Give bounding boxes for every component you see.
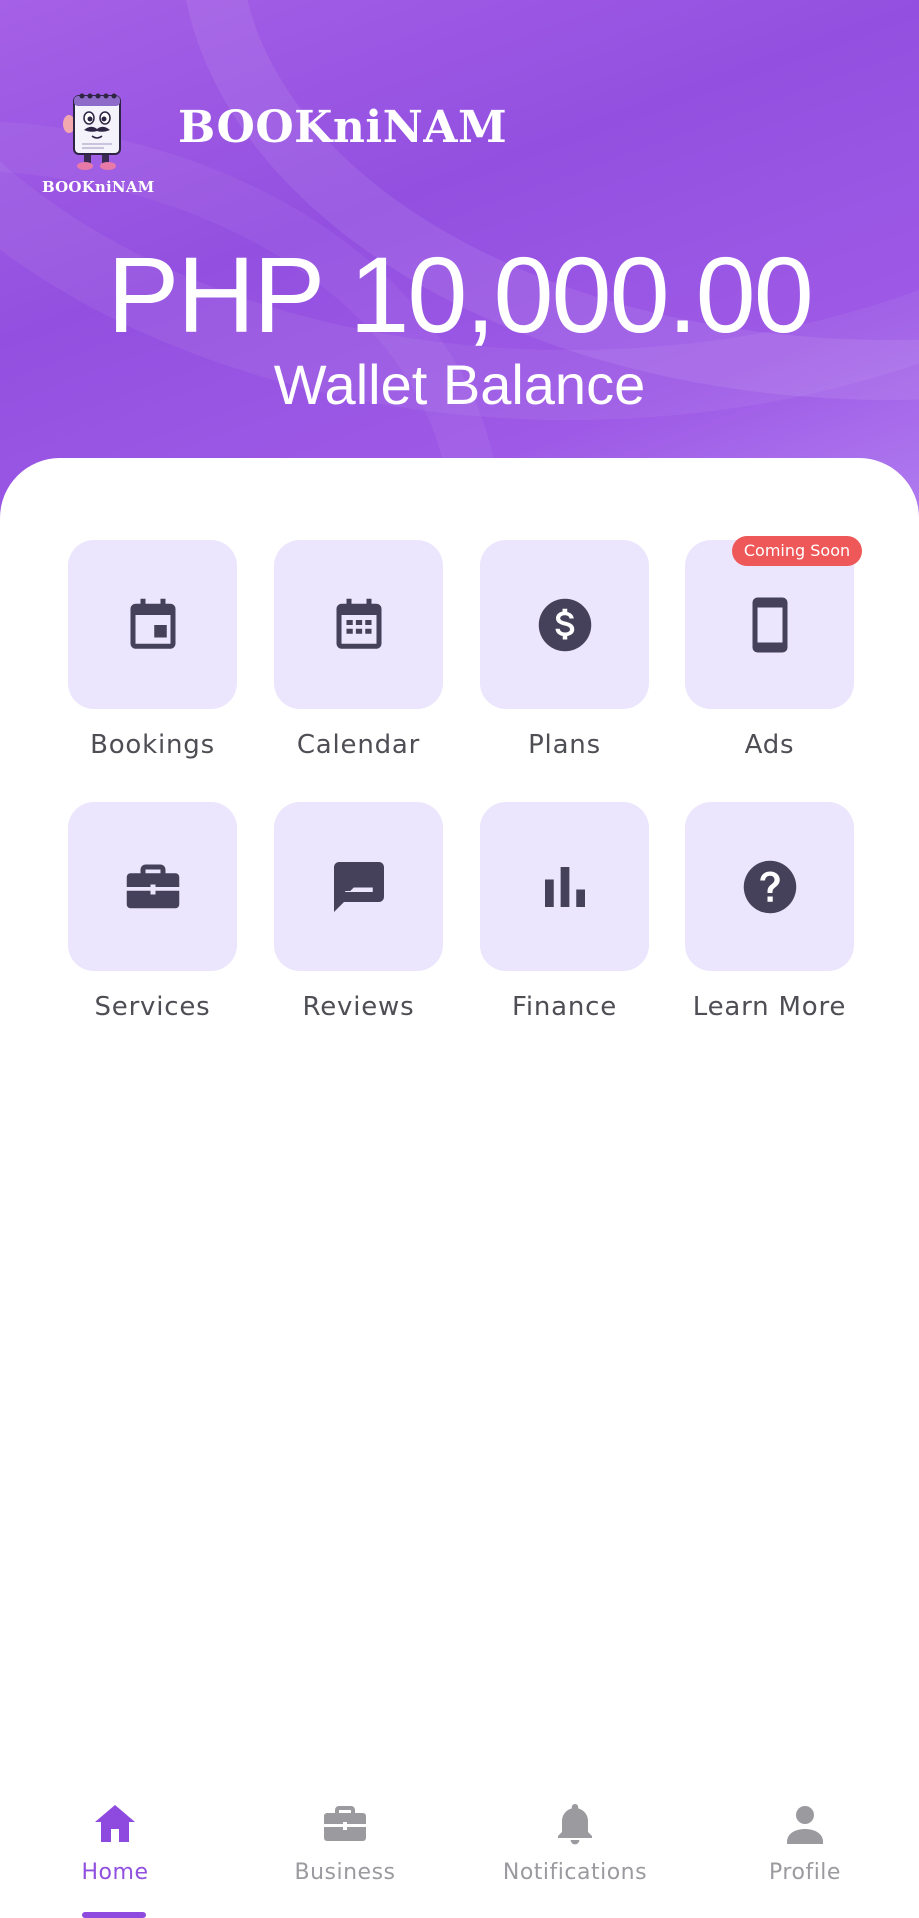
nav-item-business[interactable]: Business	[230, 1800, 460, 1900]
nav-item-home[interactable]: Home	[0, 1800, 230, 1900]
briefcase-icon	[126, 864, 179, 908]
menu-item-label: Bookings	[90, 730, 215, 760]
home-icon	[95, 1805, 135, 1842]
menu-tile[interactable]	[68, 540, 237, 709]
menu-item-reviews[interactable]: Reviews	[274, 802, 443, 1038]
briefcase-icon	[324, 1806, 366, 1841]
menu-item-finance[interactable]: Finance	[480, 802, 649, 1038]
bottom-navigation: Home Business Notifications Profile	[0, 1780, 919, 1918]
menu-item-ads[interactable]: Ads	[685, 540, 854, 776]
nav-label: Profile	[769, 1860, 841, 1885]
app-logo: BOOKniNAM	[42, 86, 155, 198]
menu-tile[interactable]	[685, 802, 854, 971]
menu-item-calendar[interactable]: Calendar	[274, 540, 443, 776]
menu-item-label: Learn More	[692, 992, 847, 1022]
bell-icon	[558, 1804, 592, 1845]
menu-item-label: Ads	[744, 730, 795, 760]
menu-item-plans[interactable]: Plans	[480, 540, 649, 776]
brand-name: BOOKniNAM	[178, 102, 508, 153]
coming-soon-badge: Coming Soon	[732, 536, 862, 566]
nav-item-profile[interactable]: Profile	[690, 1800, 919, 1900]
rate-review-icon	[333, 861, 384, 912]
menu-item-label: Plans	[528, 730, 601, 760]
active-tab-indicator	[82, 1912, 146, 1918]
menu-tile[interactable]	[480, 802, 649, 971]
bar-chart-icon	[544, 866, 585, 907]
nav-item-notifications[interactable]: Notifications	[460, 1800, 690, 1900]
nav-label: Notifications	[502, 1860, 648, 1885]
menu-item-label: Services	[94, 992, 211, 1022]
help-circle-icon	[743, 860, 796, 913]
calendar-month-icon	[336, 598, 381, 649]
menu-item-label: Reviews	[302, 992, 415, 1022]
logo-caption: BOOKniNAM	[42, 178, 155, 196]
menu-item-label: Calendar	[296, 730, 421, 760]
calendar-event-icon	[130, 598, 175, 649]
menu-tile[interactable]	[274, 802, 443, 971]
mascot-logo-icon	[63, 93, 121, 170]
phone-icon	[752, 597, 787, 652]
menu-item-learn-more[interactable]: Learn More	[685, 802, 854, 1038]
menu-item-services[interactable]: Services	[68, 802, 237, 1038]
menu-tile[interactable]	[480, 540, 649, 709]
menu-tile[interactable]	[68, 802, 237, 971]
wallet-balance-label: Wallet Balance	[273, 353, 646, 416]
menu-tile[interactable]	[274, 540, 443, 709]
wallet-balance-amount: PHP 10,000.00	[107, 234, 814, 355]
header: BOOKniNAM BOOKniNAM PHP 10,000.00 Wallet…	[0, 0, 919, 520]
menu-item-label: Finance	[511, 992, 618, 1022]
nav-label: Home	[81, 1860, 149, 1885]
menu-item-bookings[interactable]: Bookings	[68, 540, 237, 776]
nav-label: Business	[294, 1860, 396, 1885]
dollar-circle-icon	[538, 598, 591, 651]
person-icon	[787, 1806, 823, 1844]
feature-grid: Bookings Calendar Plans Ads Coming Soon	[68, 536, 862, 1060]
